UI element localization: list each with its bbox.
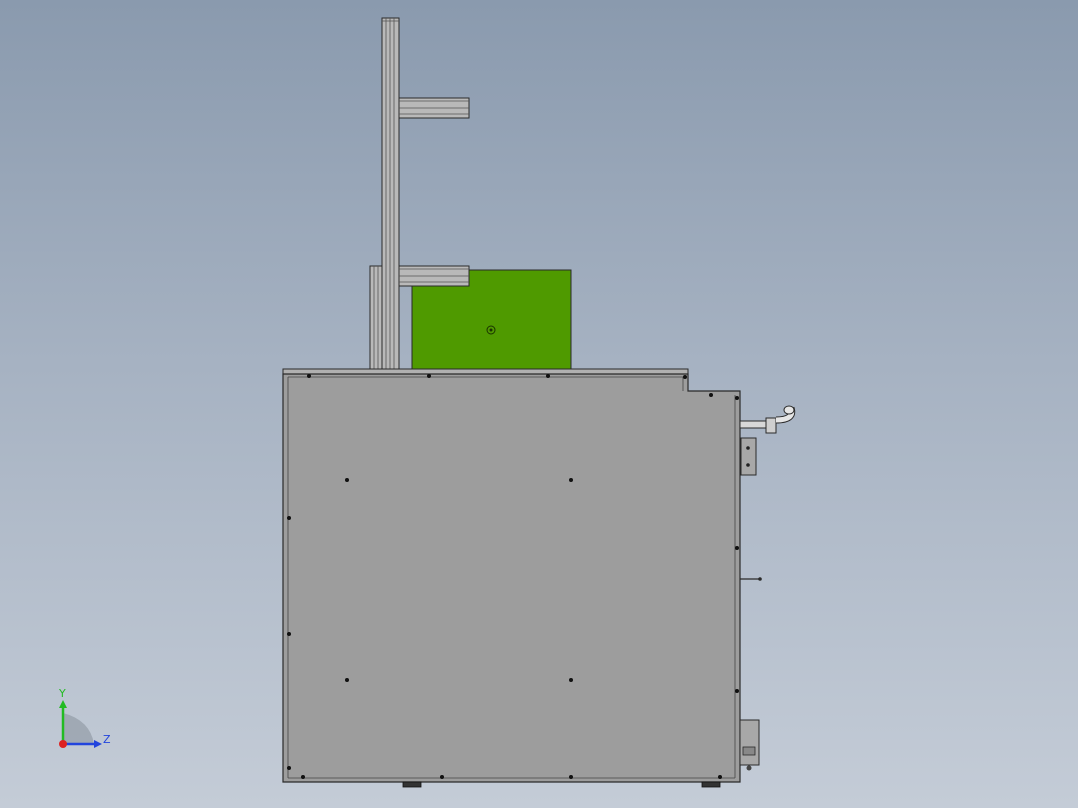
cad-model-side-view[interactable] — [0, 0, 1078, 808]
y-axis-label: Y — [58, 687, 66, 700]
cabinet-top-plate[interactable] — [282, 368, 689, 375]
side-bracket[interactable] — [740, 437, 757, 476]
vertical-profile-short[interactable] — [369, 265, 383, 370]
lower-arm-profile[interactable] — [398, 265, 470, 287]
cabinet-body[interactable] — [282, 373, 741, 783]
z-axis-label: Z — [103, 733, 111, 746]
bottom-bracket[interactable] — [739, 719, 760, 771]
upper-arm-profile[interactable] — [398, 97, 470, 119]
orientation-triad: Y Z — [40, 680, 130, 760]
vertical-profile-tall[interactable] — [381, 17, 400, 370]
pipe-elbow-fitting[interactable] — [739, 405, 796, 434]
side-pin — [740, 577, 762, 581]
cabinet-feet — [402, 781, 721, 788]
x-axis-origin-dot — [59, 740, 67, 748]
y-axis-arrow-head — [59, 700, 67, 708]
z-axis-arrow-head — [94, 740, 102, 748]
cad-graphics-viewport[interactable]: Y Z — [0, 0, 1078, 808]
triad-plane-indicator — [63, 713, 94, 744]
